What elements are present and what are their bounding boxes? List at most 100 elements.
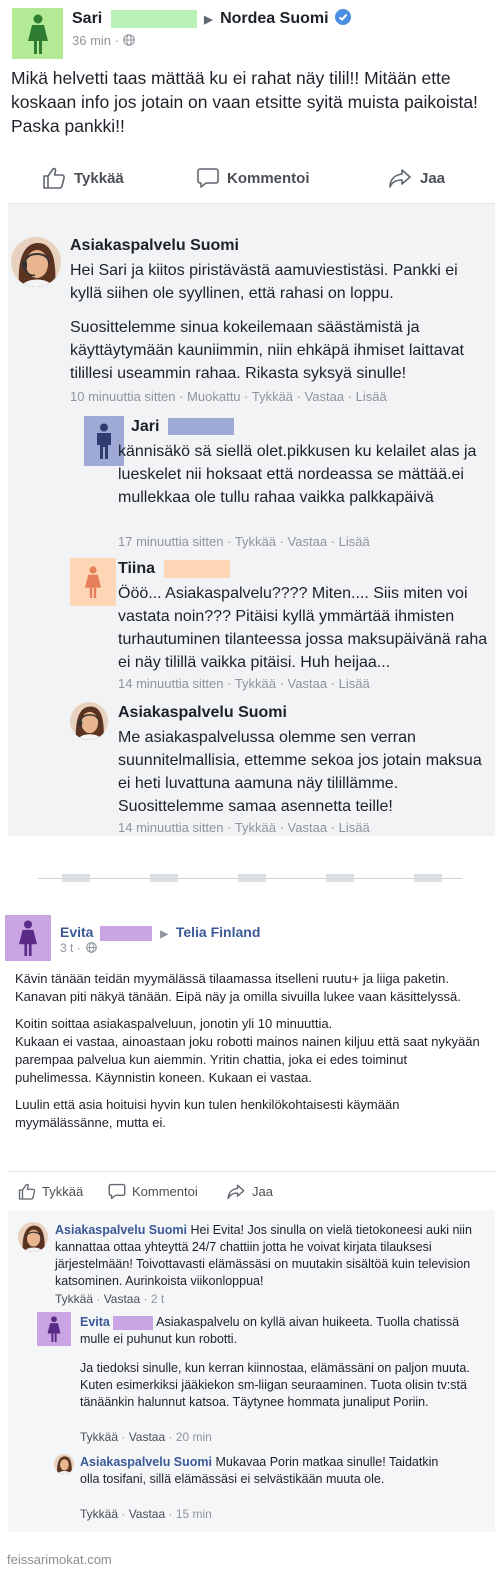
avatar[interactable]	[12, 8, 63, 59]
divider	[8, 1171, 495, 1172]
comment-reply-link[interactable]: Vastaa	[129, 1430, 165, 1444]
verified-badge-icon	[335, 9, 351, 25]
avatar[interactable]	[37, 1312, 71, 1346]
comment-author[interactable]: Asiakaspalvelu Suomi	[118, 704, 287, 722]
post-header: Evita ▶ Telia Finland	[60, 924, 260, 941]
like-button[interactable]: Tykkää	[18, 1180, 83, 1202]
comment-author[interactable]: Evita	[80, 1315, 110, 1329]
divider	[326, 874, 354, 882]
comment-like-link[interactable]: Tykkää	[80, 1430, 118, 1444]
avatar[interactable]	[5, 915, 51, 961]
comment-time[interactable]: 2 t	[151, 1292, 164, 1306]
comment-body: Asiakaspalvelu Suomi Hei Evita! Jos sinu…	[55, 1222, 487, 1290]
comment-meta[interactable]: 14 minuuttia sitten · Tykkää · Vastaa · …	[118, 820, 370, 835]
customer-service-agent-icon	[11, 237, 61, 287]
post-paragraph: Luulin että asia hoituisi hyvin kun tule…	[15, 1097, 400, 1130]
comment-text: Ja tiedoksi sinulle, kun kerran kiinnost…	[80, 1361, 470, 1409]
comment-meta[interactable]: 10 minuuttia sitten · Muokattu · Tykkää …	[70, 389, 387, 404]
customer-service-agent-icon	[54, 1454, 74, 1474]
share-label: Jaa	[252, 1183, 273, 1199]
customer-service-agent-icon	[70, 702, 108, 740]
like-button[interactable]: Tykkää	[42, 160, 124, 196]
post-nordea: Sari ▶ Nordea Suomi 36 min · Mikä helvet…	[0, 0, 503, 840]
globe-icon	[86, 942, 97, 953]
globe-icon	[122, 34, 135, 46]
page-name[interactable]: Nordea Suomi	[220, 10, 328, 27]
divider	[62, 874, 90, 882]
customer-service-agent-icon	[18, 1222, 48, 1252]
like-label: Tykkää	[42, 1183, 84, 1199]
post-paragraph: Kävin tänään teidän myymälässä tilaamass…	[15, 971, 461, 1004]
post-text: Mikä helvetti taas mättää ku ei rahat nä…	[11, 68, 478, 136]
comment-meta: Tykkää · Vastaa · 2 t	[55, 1292, 165, 1306]
comment-author[interactable]: Asiakaspalvelu Suomi	[55, 1223, 187, 1237]
post-meta: 36 min ·	[72, 33, 135, 48]
post-meta: 3 t ·	[60, 941, 97, 955]
comment-author-row: Jari	[131, 418, 234, 436]
comment-author[interactable]: Asiakaspalvelu Suomi	[70, 237, 239, 255]
comment-label: Kommentoi	[132, 1183, 198, 1199]
arrow-right-icon: ▶	[204, 14, 213, 26]
author-name[interactable]: Sari	[72, 10, 102, 27]
comment-author[interactable]: Asiakaspalvelu Suomi	[80, 1455, 212, 1469]
divider	[150, 874, 178, 882]
comment-text: kännisäkö sä siellä olet.pikkusen ku kel…	[118, 443, 477, 506]
share-button[interactable]: Jaa	[226, 1180, 273, 1202]
like-label: Tykkää	[74, 169, 124, 187]
post-paragraph: Koitin soittaa asiakaspalveluun, jonotin…	[15, 1016, 480, 1085]
comment-meta: Tykkää · Vastaa · 15 min	[80, 1507, 212, 1521]
comment-meta[interactable]: 14 minuuttia sitten · Tykkää · Vastaa · …	[118, 676, 370, 691]
comment-text: Suosittelemme sinua kokeilemaan säästämi…	[70, 319, 464, 382]
redacted-name	[100, 925, 153, 941]
share-button[interactable]: Jaa	[388, 160, 445, 196]
comment-button[interactable]: Kommentoi	[108, 1180, 198, 1202]
female-person-icon	[47, 1316, 61, 1342]
comment-time[interactable]: 15 min	[176, 1507, 212, 1521]
comment-reply-link[interactable]: Vastaa	[129, 1507, 165, 1521]
post-header: Sari ▶ Nordea Suomi	[72, 9, 351, 28]
post-text: Kävin tänään teidän myymälässä tilaamass…	[15, 970, 485, 1141]
divider	[414, 874, 442, 882]
avatar[interactable]	[18, 1222, 48, 1252]
comment-time[interactable]: 20 min	[176, 1430, 212, 1444]
comment-author[interactable]: Tiina	[118, 560, 155, 577]
post-time[interactable]: 36 min	[72, 33, 111, 48]
share-label: Jaa	[420, 169, 446, 187]
watermark: feissarimokat.com	[7, 1552, 112, 1567]
thumbs-up-icon	[18, 1183, 36, 1200]
comment-body: Evita Asiakaspalvelu on kyllä aivan huik…	[80, 1314, 490, 1348]
redacted-name	[163, 560, 230, 578]
comment-text: Me asiakaspalvelussa olemme sen verran s…	[118, 729, 482, 815]
comment-bubble-icon	[108, 1183, 126, 1199]
comment-button[interactable]: Kommentoi	[197, 160, 310, 196]
comment-author-row: Tiina	[118, 560, 230, 578]
post-time[interactable]: 3 t ·	[60, 941, 81, 955]
male-person-icon	[97, 423, 111, 459]
comment-label: Kommentoi	[227, 169, 310, 187]
avatar[interactable]	[11, 237, 61, 287]
share-arrow-icon	[389, 169, 411, 188]
author-name[interactable]: Evita	[60, 924, 93, 940]
female-person-icon	[27, 14, 48, 54]
comment-meta: Tykkää · Vastaa · 20 min	[80, 1430, 212, 1444]
avatar[interactable]	[70, 702, 108, 740]
avatar[interactable]	[70, 558, 116, 606]
comment-body: Asiakaspalvelu Suomi Mukavaa Porin matka…	[80, 1454, 440, 1488]
comments-section: Asiakaspalvelu Suomi Hei Sari ja kiitos …	[8, 203, 495, 836]
comment-author[interactable]: Jari	[131, 418, 159, 435]
avatar[interactable]	[54, 1454, 74, 1474]
page-name[interactable]: Telia Finland	[176, 924, 261, 940]
divider	[238, 874, 266, 882]
comment-reply-link[interactable]: Vastaa	[104, 1292, 140, 1306]
redacted-name	[113, 1315, 154, 1330]
redacted-name	[110, 9, 197, 28]
comment-text: Ööö... Asiakaspalvelu???? Miten.... Siis…	[118, 585, 488, 671]
female-person-icon	[85, 566, 101, 598]
comment-like-link[interactable]: Tykkää	[55, 1292, 93, 1306]
share-arrow-icon	[227, 1184, 245, 1199]
comment-like-link[interactable]: Tykkää	[80, 1507, 118, 1521]
comment-meta[interactable]: 17 minuuttia sitten · Tykkää · Vastaa · …	[118, 534, 370, 549]
thumbs-up-icon	[43, 167, 65, 189]
comment-text: Hei Sari ja kiitos piristävästä aamuvies…	[70, 262, 458, 302]
female-person-icon	[19, 920, 37, 956]
